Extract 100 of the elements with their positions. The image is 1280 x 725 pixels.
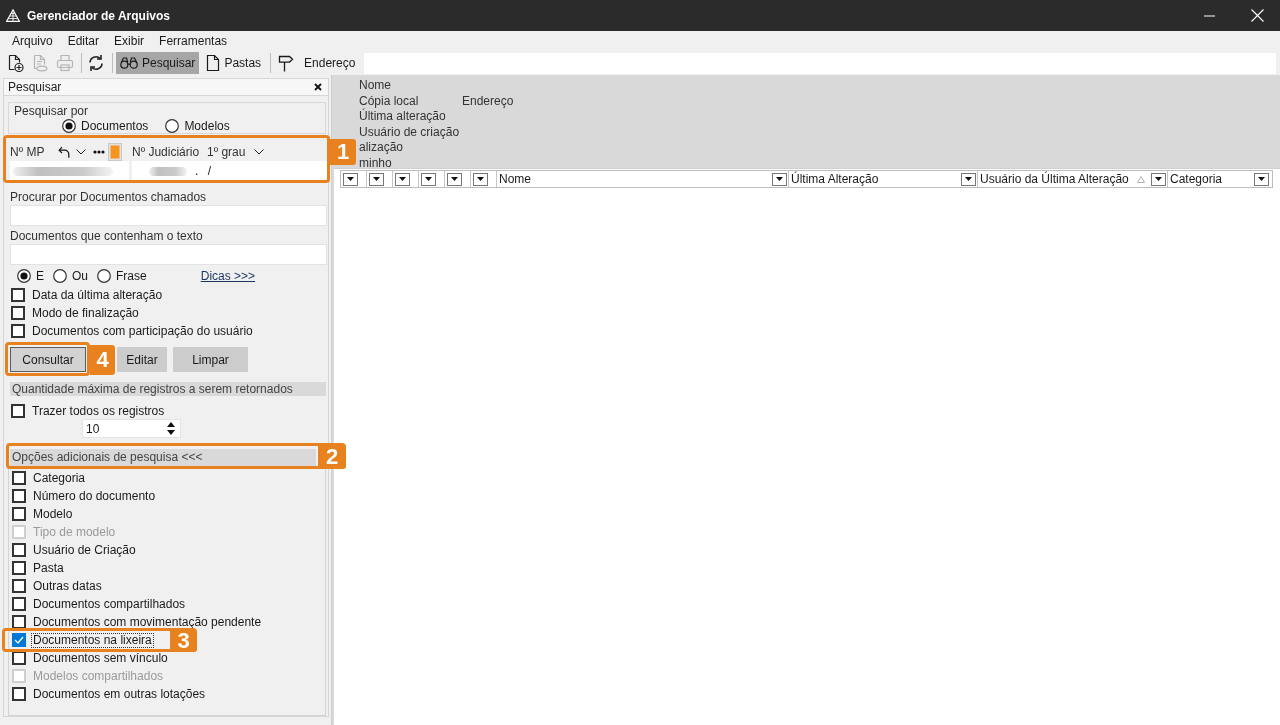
caret-down-icon [347,177,354,181]
address-field[interactable] [364,52,1276,74]
judicial-number-field[interactable]: . / [132,161,327,181]
field-name[interactable]: Nome [359,78,391,94]
square-swatch-icon [108,143,122,161]
column-filter-button[interactable] [395,172,410,186]
minimize-icon [1203,14,1215,17]
caret-down-icon [965,177,972,181]
new-document-icon [6,54,24,72]
undo-arrow-icon[interactable] [58,146,70,158]
close-icon [314,83,322,91]
checkbox-option[interactable]: Modelo [11,505,75,523]
view-tab[interactable]: Pastas [202,52,266,74]
checkbox-option[interactable]: Categoria [11,469,88,487]
chevron-down-icon[interactable] [76,149,86,155]
caret-down-icon [1258,177,1265,181]
refresh-icon [87,54,105,72]
number-spinner[interactable]: 10 [82,419,181,438]
text-field[interactable] [10,244,327,265]
chevron-down-icon [254,149,265,155]
field-name[interactable]: Cópia local [359,93,419,109]
close-button[interactable] [314,83,322,91]
field-label: Nº MP [10,145,46,159]
field-name[interactable]: Endereço [462,93,514,109]
menu-item[interactable]: Arquivo [5,34,61,48]
text-field[interactable] [10,205,327,226]
field-label: Documentos que contenham o texto [10,230,203,243]
menu-item[interactable]: Ferramentas [152,34,236,48]
column-filter-button[interactable] [1151,172,1166,186]
callout-badge: 3 [170,630,197,652]
caret-down-icon [451,177,458,181]
spin-down-icon[interactable] [167,430,175,435]
column-filter-button[interactable] [421,172,436,186]
column-filter-button[interactable] [343,172,358,186]
action-button[interactable]: Limpar [173,347,248,372]
column-filter-button[interactable] [447,172,462,186]
caret-down-icon [1155,177,1162,181]
pyramid-logo-icon [6,9,20,22]
signpost-icon [278,54,295,72]
field-name[interactable]: alização [359,140,404,156]
mp-number-field[interactable] [10,161,129,181]
caret-down-icon [373,177,380,181]
section-header: Quantidade máxima de registros a serem retornados [10,382,326,396]
callout-badge: 2 [318,445,346,469]
checkbox-option[interactable]: Usuário de Criação [11,541,138,559]
caret-down-icon [399,177,406,181]
column-filter-button[interactable] [473,172,488,186]
checkbox-option[interactable]: Número do documento [11,487,158,505]
group-label: Pesquisar por [13,103,90,118]
radio-option[interactable]: Documentos [62,118,149,133]
callout-badge: 1 [330,139,356,165]
field-label: Procurar por Documentos chamados [10,191,207,204]
checkbox-option[interactable]: Data da última alteração [10,286,165,304]
column-header[interactable]: Categoria [1168,171,1270,187]
instance-dropdown[interactable]: 1º grau [207,145,265,159]
panel-title: Pesquisar [8,80,62,94]
checkbox-option[interactable]: Trazer todos os registros [10,402,167,420]
checkbox-option[interactable]: Documentos com participação do usuário [10,322,255,340]
column-filter-button[interactable] [961,172,976,186]
column-header[interactable]: Última Alteração [789,171,978,187]
radio-option[interactable]: Frase [97,268,147,283]
caret-down-icon [425,177,432,181]
checkbox-option[interactable]: Pasta [11,559,66,577]
field-value: . / [195,164,211,178]
spin-up-icon[interactable] [167,422,175,427]
menu-item[interactable]: Editar [60,34,108,48]
printer-icon [56,54,74,72]
checkbox-option[interactable]: Outras datas [11,577,104,595]
checkbox-option[interactable]: Documentos sem vínculo [11,649,170,667]
more-icon[interactable] [93,150,105,154]
section-header[interactable]: Opções adicionais de pesquisa <<< [10,449,316,466]
field-name[interactable]: Usuário de criação [359,124,460,140]
column-header[interactable]: Nome [497,171,789,187]
page-icon [206,54,221,72]
binoculars-icon [120,57,138,69]
checkbox-option[interactable]: Documentos em outras lotações [11,685,208,703]
view-tab[interactable]: Pesquisar [116,52,200,74]
field-name[interactable]: minho [359,155,392,171]
callout-badge: 4 [90,345,115,375]
caret-down-icon [477,177,484,181]
action-button[interactable]: Editar [117,347,167,372]
menu-item[interactable]: Exibir [107,34,153,48]
window-title: Gerenciador de Arquivos [27,8,170,23]
address-button[interactable]: Endereço [274,52,360,74]
radio-option[interactable]: Modelos [165,118,230,133]
radio-option[interactable]: E [17,268,44,283]
field-name[interactable]: Última alteração [359,109,446,125]
close-icon [1250,9,1264,22]
column-header[interactable]: Usuário da Última Alteração [978,171,1168,187]
column-filter-button[interactable] [772,172,787,186]
radio-option[interactable]: Ou [53,268,89,283]
checkbox-option[interactable]: Modo de finalização [10,304,141,322]
action-button[interactable]: Consultar [10,347,86,372]
column-filter-button[interactable] [1254,172,1269,186]
checkbox-option[interactable]: Documentos com movimentação pendente [11,613,264,631]
tips-link[interactable]: Dicas >>> [200,268,256,283]
document-stamp-icon [31,54,49,72]
caret-down-icon [776,177,783,181]
checkbox-option[interactable]: Documentos compartilhados [11,595,188,613]
column-filter-button[interactable] [369,172,384,186]
